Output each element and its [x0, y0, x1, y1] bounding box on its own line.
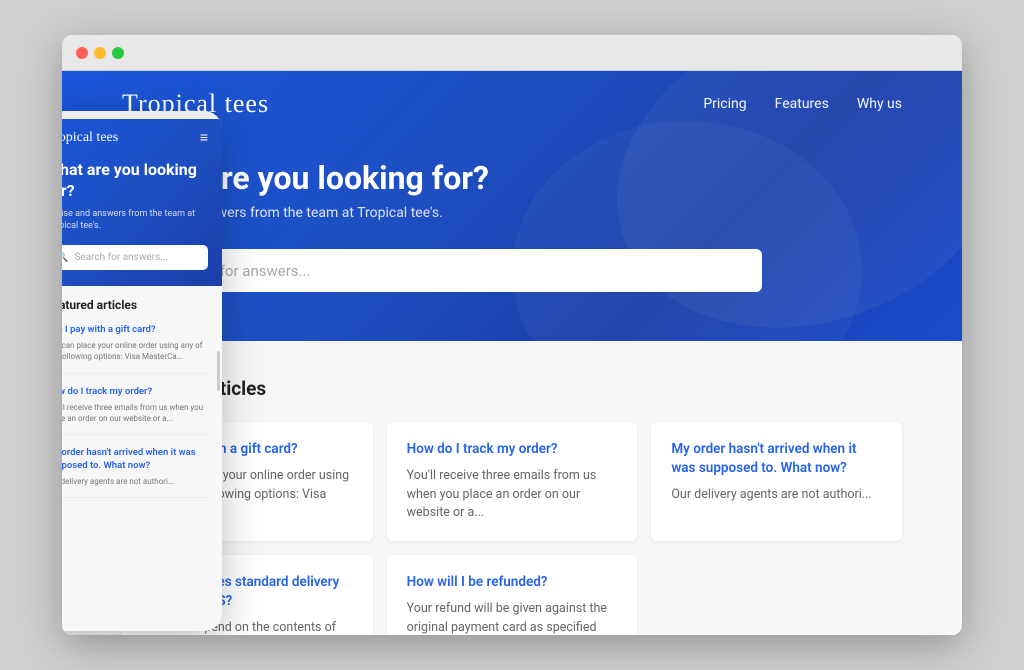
mobile-hero-title: What are you looking for? [62, 160, 208, 202]
mobile-featured-title: Featured articles [62, 298, 208, 312]
article-card[interactable]: How do I track my order? You'll receive … [387, 422, 638, 541]
article-excerpt: Your refund will be given against the or… [407, 600, 618, 635]
mobile-overlay: Tropical tees ≡ What are you looking for… [62, 111, 222, 631]
hamburger-icon[interactable]: ≡ [200, 129, 208, 146]
article-title[interactable]: How do I track my order? [407, 440, 618, 459]
dot-maximize[interactable] [112, 47, 124, 59]
nav-why-us[interactable]: Why us [857, 96, 902, 112]
mobile-article[interactable]: Can I pay with a gift card? You can plac… [62, 324, 208, 374]
hero-title: What are you looking for? [122, 159, 902, 197]
mobile-hero: Tropical tees ≡ What are you looking for… [62, 119, 222, 286]
mobile-article[interactable]: My order hasn't arrived when it was supp… [62, 447, 208, 498]
article-title[interactable]: My order hasn't arrived when it was supp… [671, 440, 882, 478]
mobile-article-excerpt: You'll receive three emails from us when… [62, 402, 208, 424]
featured-articles-title: Featured articles [122, 377, 902, 400]
mobile-body: Featured articles Can I pay with a gift … [62, 286, 222, 631]
articles-grid: Can I pay with a gift card? You can plac… [122, 422, 902, 635]
mobile-notch [62, 111, 222, 119]
browser-dots [76, 47, 124, 59]
mobile-search-bar[interactable]: 🔍 Search for answers... [62, 245, 208, 270]
mobile-article-excerpt: You can place your online order using an… [62, 340, 208, 362]
article-excerpt: You'll receive three emails from us when… [407, 467, 618, 523]
mobile-article-title[interactable]: My order hasn't arrived when it was supp… [62, 447, 208, 472]
mobile-nav: Tropical tees ≡ [62, 129, 208, 146]
browser-body: Tropical tees Pricing Features Why us Wh… [62, 71, 962, 635]
browser-window: Tropical tees Pricing Features Why us Wh… [62, 35, 962, 635]
mobile-article-excerpt: Our delivery agents are not authori... [62, 476, 208, 487]
dot-minimize[interactable] [94, 47, 106, 59]
mobile-logo: Tropical tees [62, 130, 118, 146]
mobile-article[interactable]: How do I track my order? You'll receive … [62, 386, 208, 436]
nav-links: Pricing Features Why us [703, 96, 902, 112]
nav-pricing[interactable]: Pricing [703, 96, 746, 112]
article-card[interactable]: My order hasn't arrived when it was supp… [651, 422, 902, 541]
mobile-article-title[interactable]: Can I pay with a gift card? [62, 324, 208, 336]
article-card[interactable]: How will I be refunded? Your refund will… [387, 555, 638, 635]
mobile-hero-subtitle: Advise and answers from the team at Trop… [62, 208, 208, 233]
dot-close[interactable] [76, 47, 88, 59]
mobile-scrollbar[interactable] [217, 351, 220, 391]
article-title[interactable]: How will I be refunded? [407, 573, 618, 592]
hero-subtitle: Advise and answers from the team at Trop… [122, 205, 902, 221]
browser-chrome [62, 35, 962, 71]
mobile-article-title[interactable]: How do I track my order? [62, 386, 208, 398]
mobile-search-icon: 🔍 [62, 252, 68, 263]
article-excerpt: Our delivery agents are not authori... [671, 486, 882, 505]
mobile-search-placeholder: Search for answers... [74, 252, 168, 263]
nav-features[interactable]: Features [775, 96, 829, 112]
